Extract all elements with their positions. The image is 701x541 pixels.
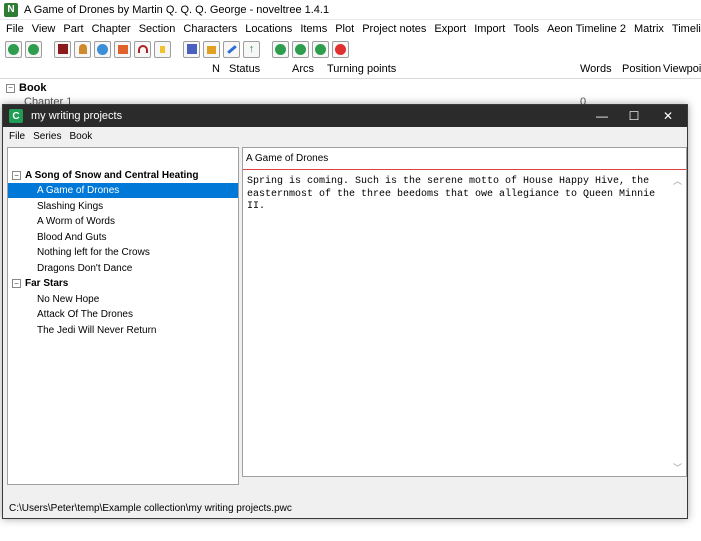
book-icon[interactable] xyxy=(54,40,71,58)
status-path: C:\Users\Peter\temp\Example collection\m… xyxy=(9,503,292,514)
tree-book[interactable]: Nothing left for the Crows xyxy=(8,245,238,260)
maximize-button[interactable]: ☐ xyxy=(615,105,653,127)
upload-icon[interactable]: ↑ xyxy=(243,40,260,58)
tree-book[interactable]: No New Hope xyxy=(8,292,238,307)
noveltree-window-title: A Game of Drones by Martin Q. Q. Q. Geor… xyxy=(24,3,330,16)
edit-icon[interactable] xyxy=(223,40,240,58)
book-description-text[interactable]: Spring is coming. Such is the serene mot… xyxy=(247,176,667,214)
menu-file[interactable]: File xyxy=(3,131,29,142)
menu-section[interactable]: Section xyxy=(135,23,180,35)
menu-characters[interactable]: Characters xyxy=(179,23,241,35)
column-words[interactable]: Words xyxy=(580,63,612,75)
column-arcs[interactable]: Arcs xyxy=(292,63,314,75)
add-icon[interactable] xyxy=(272,40,289,58)
menu-series[interactable]: Series xyxy=(29,131,65,142)
menu-aeon-timeline[interactable]: Aeon Timeline 2 xyxy=(543,23,630,35)
lock-icon[interactable] xyxy=(203,40,220,58)
menu-matrix[interactable]: Matrix xyxy=(630,23,668,35)
collapse-icon[interactable]: − xyxy=(12,279,21,288)
menu-tools[interactable]: Tools xyxy=(509,23,543,35)
menu-items[interactable]: Items xyxy=(296,23,331,35)
tree-book[interactable]: The Jedi Will Never Return xyxy=(8,323,238,338)
book-title-field[interactable]: A Game of Drones xyxy=(243,148,686,170)
collapse-icon[interactable]: − xyxy=(6,83,15,93)
tree-series-2[interactable]: − Far Stars xyxy=(8,276,238,291)
back-icon[interactable] xyxy=(5,40,22,58)
outline-root-label: Book xyxy=(19,82,47,94)
tree-series-1[interactable]: − A Song of Snow and Central Heating xyxy=(8,168,238,183)
item-icon[interactable] xyxy=(114,40,131,58)
menu-import[interactable]: Import xyxy=(470,23,509,35)
column-turning-points[interactable]: Turning points xyxy=(327,63,396,75)
location-icon[interactable] xyxy=(94,40,111,58)
menu-file[interactable]: File xyxy=(0,23,28,35)
character-icon[interactable] xyxy=(74,40,91,58)
series-label: Far Stars xyxy=(25,278,69,289)
outline-column-header: N Status Arcs Turning points Words Posit… xyxy=(0,60,701,79)
maximize-icon: ☐ xyxy=(628,109,640,123)
menu-locations[interactable]: Locations xyxy=(241,23,296,35)
scroll-down-icon[interactable]: ﹀ xyxy=(673,461,682,474)
note-icon[interactable] xyxy=(154,40,171,58)
noveltree-toolbar: ↑ xyxy=(0,38,701,60)
book-editor: A Game of Drones Spring is coming. Such … xyxy=(242,147,687,477)
series-label: A Song of Snow and Central Heating xyxy=(25,170,199,181)
window-menubar: File Series Book xyxy=(3,127,687,145)
menu-part[interactable]: Part xyxy=(59,23,87,35)
remove-icon[interactable] xyxy=(332,40,349,58)
add-child-icon[interactable] xyxy=(292,40,309,58)
column-status[interactable]: Status xyxy=(229,63,260,75)
window-titlebar[interactable]: C my writing projects — ☐ ✕ xyxy=(3,105,687,127)
menu-plot[interactable]: Plot xyxy=(331,23,358,35)
window-title: my writing projects xyxy=(31,110,123,122)
menu-chapter[interactable]: Chapter xyxy=(88,23,135,35)
close-button[interactable]: ✕ xyxy=(649,105,687,127)
save-icon[interactable] xyxy=(183,40,200,58)
minimize-icon: — xyxy=(596,109,608,123)
project-tree[interactable]: − A Song of Snow and Central Heating A G… xyxy=(7,147,239,485)
menu-project-notes[interactable]: Project notes xyxy=(358,23,430,35)
noveltree-menubar: File View Part Chapter Section Character… xyxy=(0,20,701,38)
noveltree-app-icon: N xyxy=(4,2,18,17)
arc-icon[interactable] xyxy=(134,40,151,58)
scroll-up-icon[interactable]: ︿ xyxy=(673,174,682,187)
column-position[interactable]: Position xyxy=(622,63,661,75)
tree-book[interactable]: Slashing Kings xyxy=(8,199,238,214)
outline-root-book[interactable]: − Book xyxy=(6,82,47,94)
menu-timeline[interactable]: Timeline xyxy=(668,23,701,35)
tree-book-selected[interactable]: A Game of Drones xyxy=(8,183,238,198)
tree-book[interactable]: Attack Of The Drones xyxy=(8,307,238,322)
writing-projects-window: C my writing projects — ☐ ✕ File Series … xyxy=(2,104,688,519)
noveltree-titlebar[interactable]: N A Game of Drones by Martin Q. Q. Q. Ge… xyxy=(0,0,701,20)
tree-book[interactable]: A Worm of Words xyxy=(8,214,238,229)
tree-book[interactable]: Dragons Don't Dance xyxy=(8,261,238,276)
close-icon: ✕ xyxy=(662,109,674,123)
menu-view[interactable]: View xyxy=(28,23,60,35)
forward-icon[interactable] xyxy=(25,40,42,58)
column-n[interactable]: N xyxy=(212,63,220,75)
column-viewpoint[interactable]: Viewpoint xyxy=(663,63,701,75)
collapse-icon[interactable]: − xyxy=(12,171,21,180)
add-parent-icon[interactable] xyxy=(312,40,329,58)
app-icon: C xyxy=(9,109,23,123)
tree-book[interactable]: Blood And Guts xyxy=(8,230,238,245)
menu-export[interactable]: Export xyxy=(430,23,470,35)
menu-book[interactable]: Book xyxy=(65,131,96,142)
